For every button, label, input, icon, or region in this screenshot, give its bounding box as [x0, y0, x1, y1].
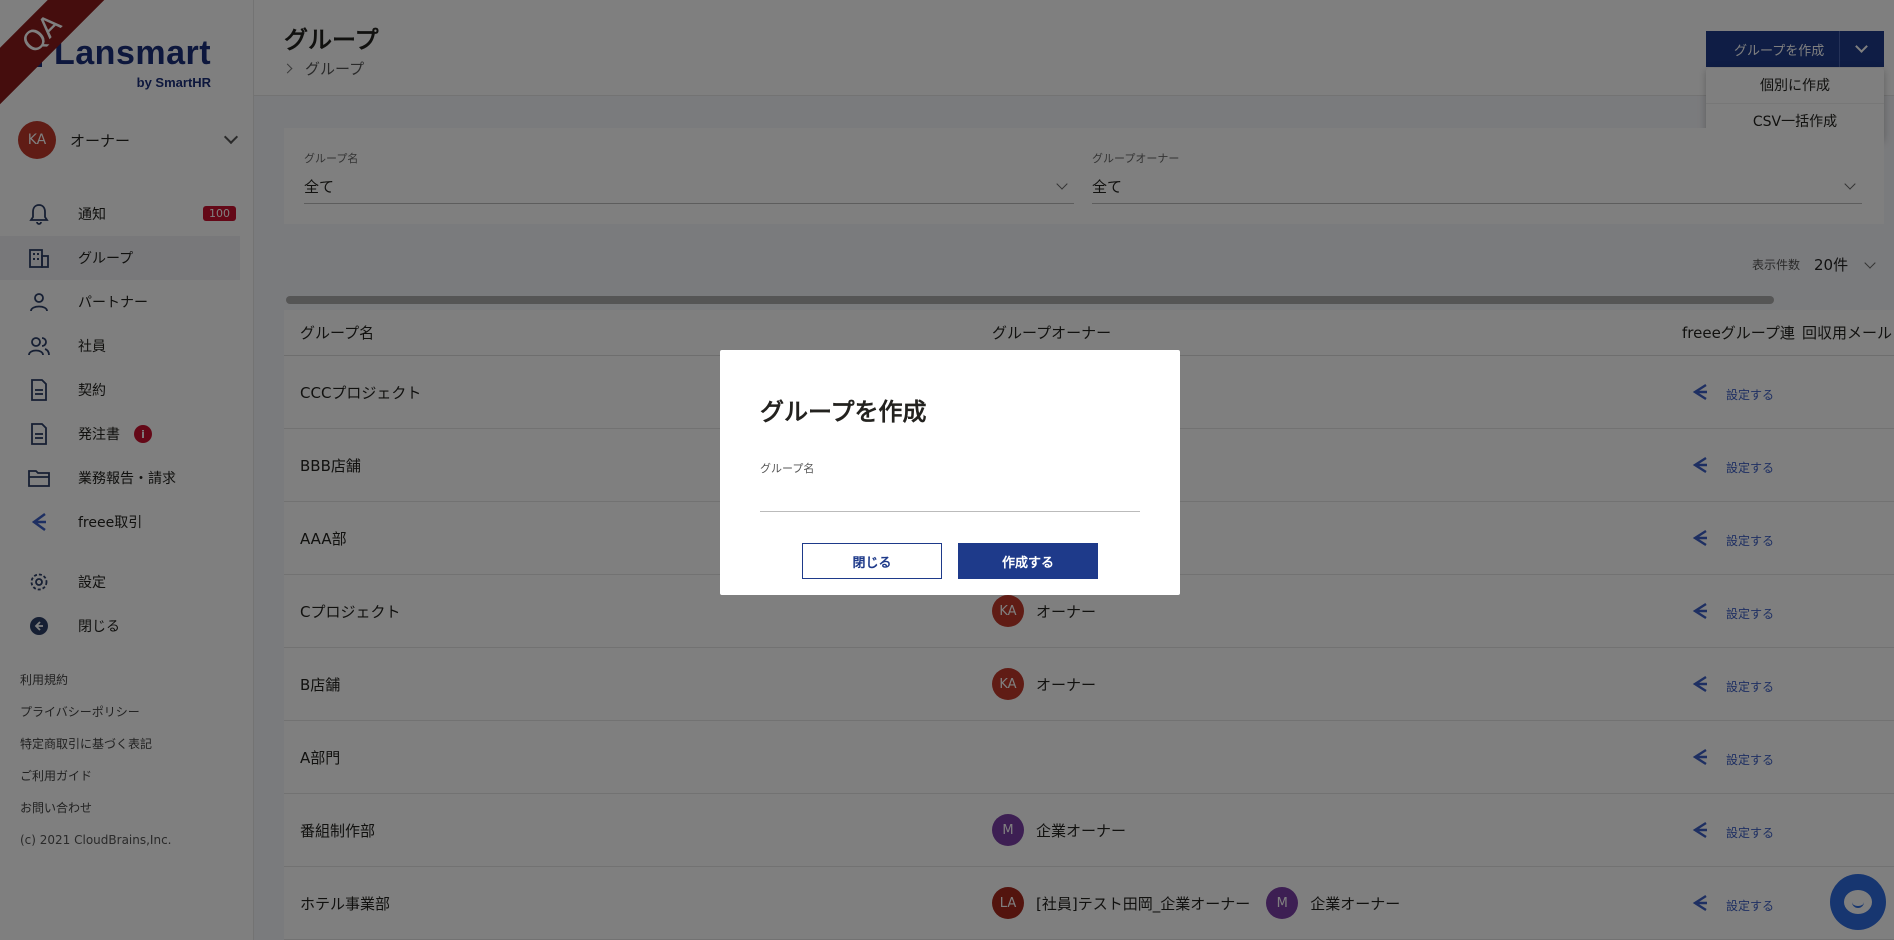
create-group-dialog: グループを作成 グループ名 閉じる 作成する: [720, 350, 1180, 595]
create-button[interactable]: 作成する: [958, 543, 1098, 579]
group-name-label: グループ名: [760, 462, 815, 475]
dialog-title: グループを作成: [760, 398, 927, 426]
close-button[interactable]: 閉じる: [802, 543, 942, 579]
group-name-input[interactable]: [760, 482, 1140, 512]
